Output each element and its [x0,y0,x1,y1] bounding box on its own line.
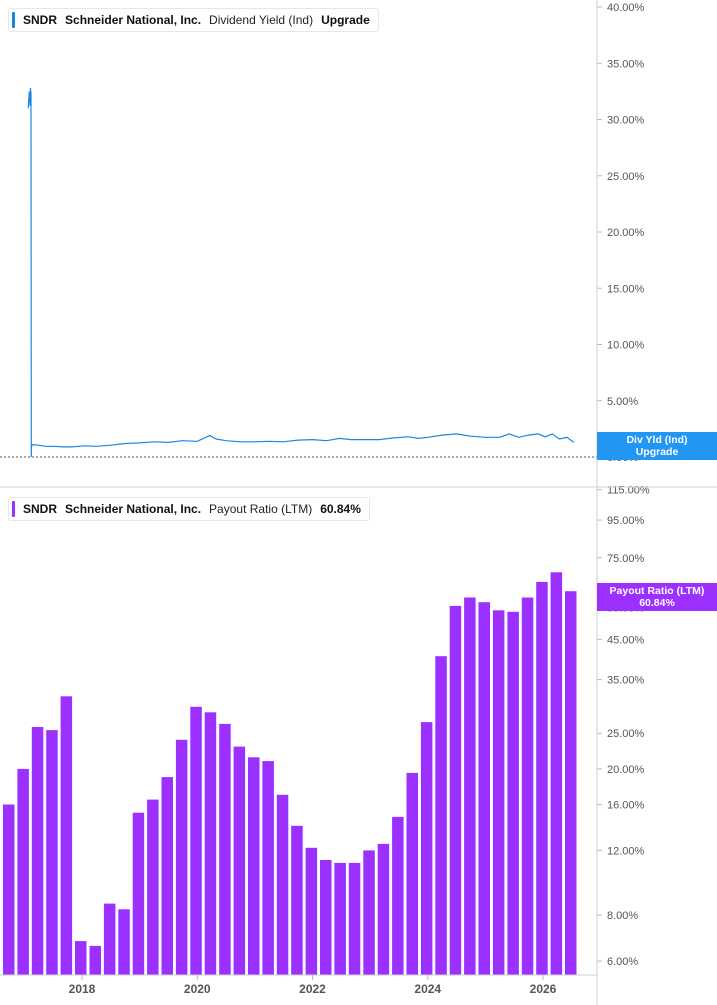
payout-ratio-bar [233,746,246,975]
payout-ratio-bar [103,903,116,975]
payout-ratio-bar [521,597,534,975]
upgrade-link[interactable]: Upgrade [321,13,370,27]
payout-ratio-bar [320,860,332,975]
payout-ratio-bar [46,730,58,975]
payout-ratio-bar [334,862,346,975]
y-tick-label: 20.00% [607,764,645,776]
x-tick-label: 2024 [414,982,441,996]
payout-ratio-bar [89,945,101,975]
y-tick-label: 25.00% [607,171,645,183]
y-tick-label: 20.00% [607,227,645,239]
series-color-swatch [12,12,15,28]
payout-ratio-legend[interactable]: SNDR Schneider National, Inc. Payout Rat… [8,497,370,521]
payout-ratio-bar [190,706,202,975]
payout-ratio-bar [262,761,274,975]
tag-value: Upgrade [635,446,679,458]
y-tick-label: 30.00% [607,115,645,127]
payout-ratio-bar [565,591,577,975]
legend-ticker: SNDR [23,502,58,516]
payout-ratio-panel: 6.00% 8.00% 12.00% 16.00% 20.00% 25.00% 35.00%… [3,485,650,975]
payout-ratio-bar [248,757,260,975]
legend-metric: Dividend Yield (Ind) [209,13,314,27]
y-tick-label: 12.00% [607,845,645,857]
payout-ratio-bar [60,696,73,975]
y-tick-label: 35.00% [607,58,645,70]
x-tick-label: 2020 [184,982,211,996]
payout-ratio-bar [204,712,217,975]
payout-ratio-bar [406,772,418,975]
payout-ratio-bar [507,611,519,975]
legend-company: Schneider National, Inc. [65,13,202,27]
payout-ratio-bar [377,843,390,975]
y-tick-label: 115.00% [607,485,650,497]
y-tick-label: 35.00% [607,675,645,687]
x-tick-label: 2022 [299,982,326,996]
payout-ratio-bar [75,941,87,975]
legend-ticker: SNDR [23,13,58,27]
x-tick-label: 2026 [530,982,557,996]
payout-ratio-bar [175,739,188,975]
dividend-yield-line [27,87,575,458]
legend-metric: Payout Ratio (LTM) [209,502,313,516]
y-tick-label: 25.00% [607,728,645,740]
payout-ratio-bar [276,794,289,975]
payout-ratio-bar [392,816,404,975]
payout-ratio-bar [492,610,505,975]
dividend-yield-panel: 0.00%5.00%10.00%15.00%20.00%25.00%30.00%… [0,2,645,464]
payout-ratio-bar [420,722,433,975]
payout-ratio-bar [536,581,548,975]
tag-label: Payout Ratio (LTM) [609,585,705,597]
tag-label: Div Yld (Ind) [626,434,688,446]
legend-company: Schneider National, Inc. [65,502,202,516]
payout-ratio-bar [348,862,361,975]
payout-ratio-bar [3,804,15,975]
payout-ratio-bar [219,723,231,975]
y-tick-label: 5.00% [607,396,638,408]
payout-ratio-bar [147,799,159,975]
y-tick-label: 40.00% [607,2,645,14]
payout-ratio-bar [161,777,173,975]
y-tick-label: 6.00% [607,956,638,968]
y-tick-label: 45.00% [607,634,645,646]
y-tick-label: 15.00% [607,283,645,295]
tag-value: 60.84% [639,597,675,609]
payout-ratio-bar [305,847,318,975]
payout-ratio-bar [435,656,447,975]
dividend-yield-axis-tag[interactable]: Div Yld (Ind) Upgrade [597,432,717,460]
y-tick-label: 8.00% [607,910,638,922]
payout-ratio-bar [478,602,490,975]
payout-ratio-bar [550,572,563,975]
payout-ratio-bar [363,850,375,975]
y-tick-label: 95.00% [607,515,645,527]
payout-ratio-bar [132,812,145,975]
payout-ratio-bar [291,825,303,975]
dividend-yield-legend[interactable]: SNDR Schneider National, Inc. Dividend Y… [8,8,379,32]
payout-ratio-bar [464,597,476,975]
y-tick-label: 10.00% [607,340,645,352]
payout-ratio-axis-tag: Payout Ratio (LTM) 60.84% [597,583,717,611]
payout-ratio-bar [31,727,44,975]
payout-ratio-bar [449,605,462,975]
legend-value: 60.84% [320,502,361,516]
series-color-swatch [12,501,15,517]
y-tick-label: 16.00% [607,799,645,811]
x-tick-label: 2018 [69,982,96,996]
payout-ratio-bar [17,768,29,975]
payout-ratio-bar [118,909,130,975]
y-tick-label: 75.00% [607,553,645,565]
